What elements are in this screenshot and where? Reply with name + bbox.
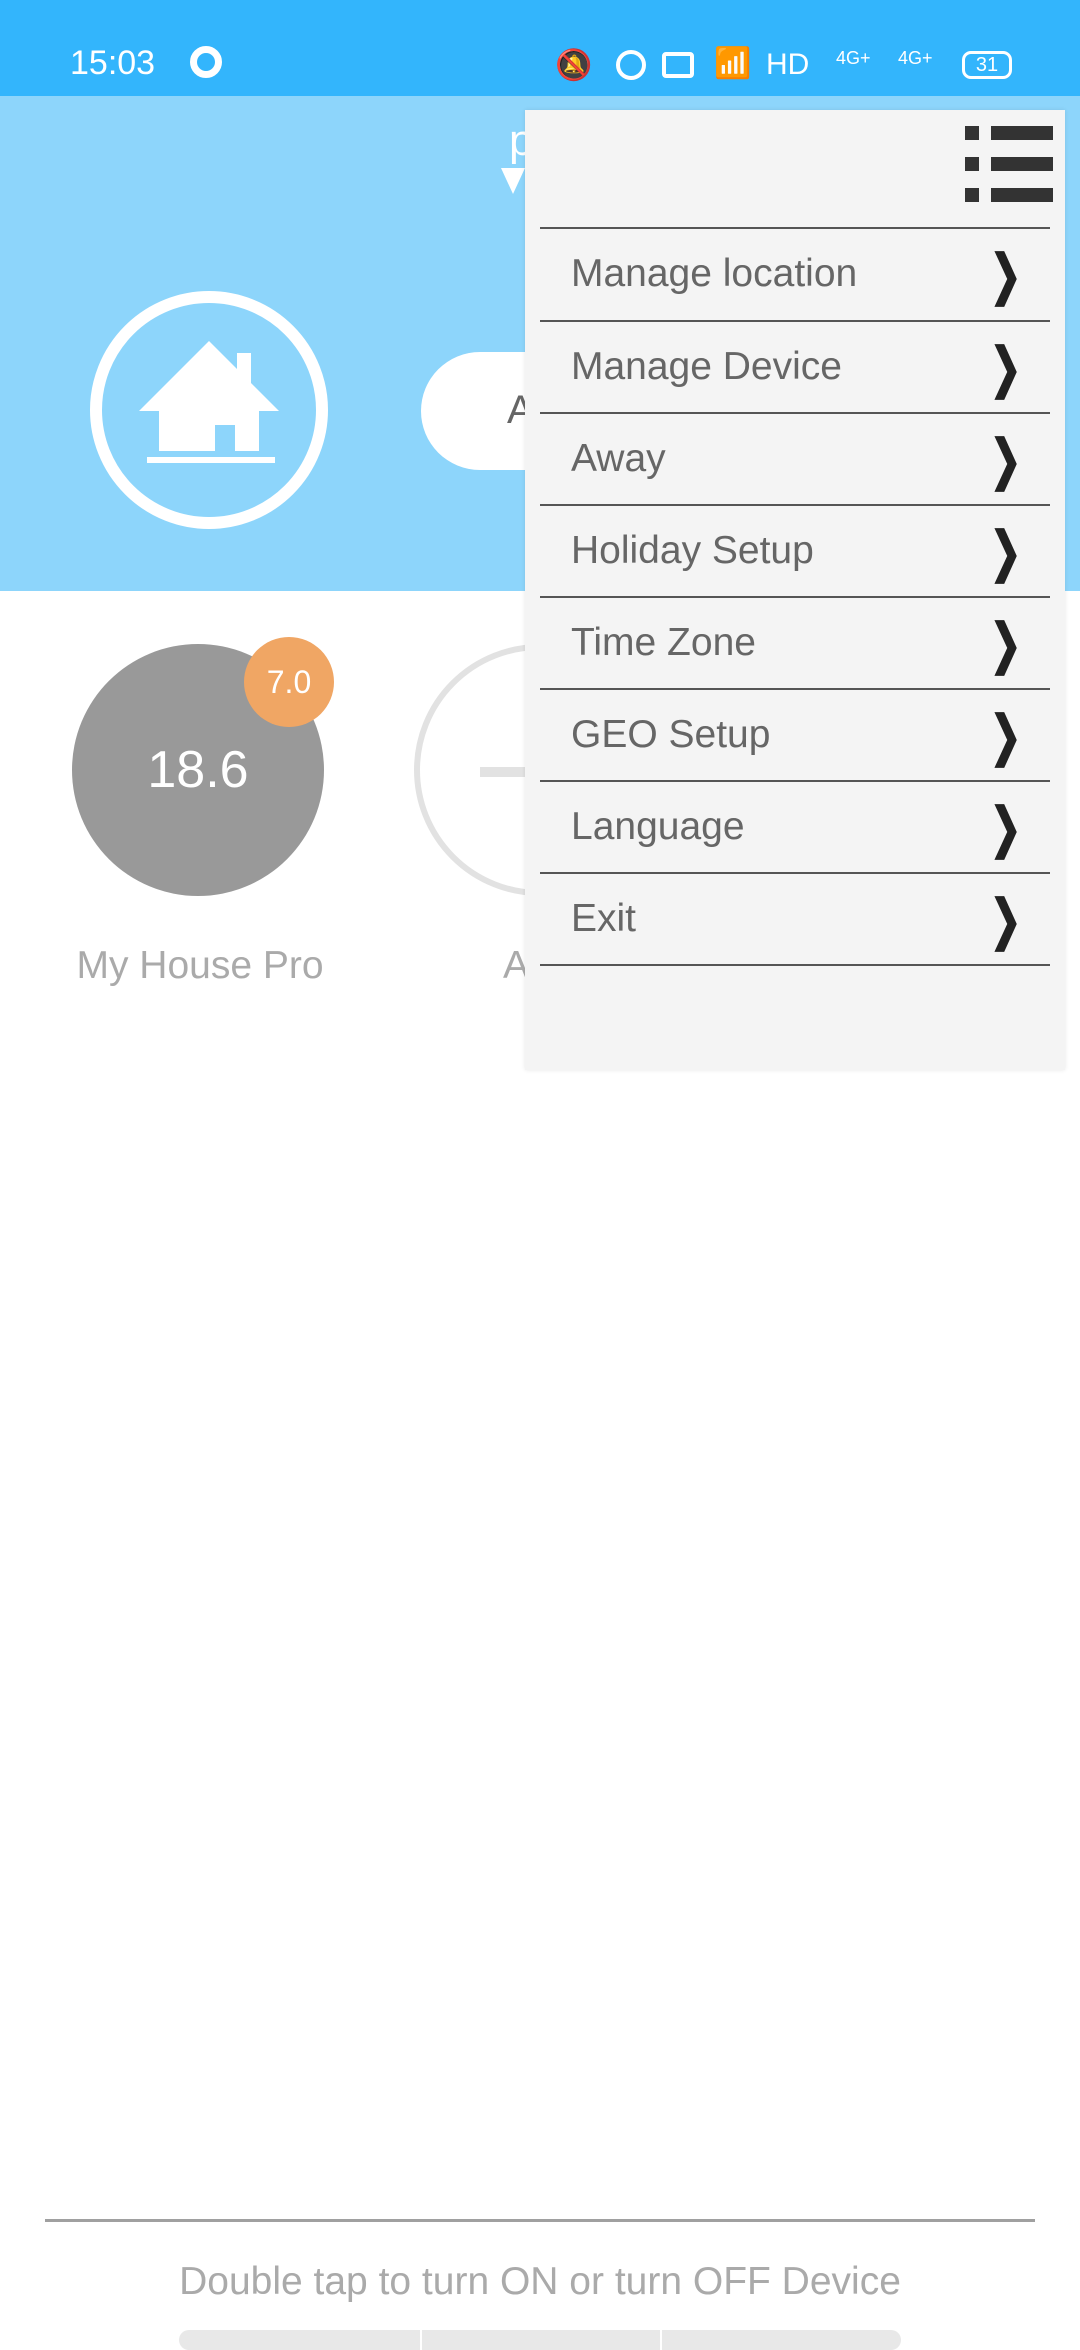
tab-separator: [660, 2330, 662, 2350]
footer-hint: Double tap to turn ON or turn OFF Device: [179, 2260, 901, 2303]
menu-item-time-zone[interactable]: Time Zone ❯: [540, 598, 1050, 688]
setpoint-badge: 7.0: [244, 637, 334, 727]
device-temperature: 18.6: [147, 741, 249, 799]
menu-item-label: Time Zone: [571, 621, 756, 664]
menu-item-label: Away: [571, 437, 666, 480]
chevron-right-icon: ❯: [989, 797, 1022, 858]
alarm-icon: [616, 50, 646, 80]
menu-list-icon[interactable]: [965, 126, 1053, 207]
menu-item-holiday-setup[interactable]: Holiday Setup ❯: [540, 506, 1050, 596]
chevron-right-icon: ❯: [989, 521, 1022, 582]
battery-icon: 31: [962, 51, 1012, 79]
menu-item-label: Language: [571, 805, 745, 848]
signal-icon: 4G+: [836, 48, 871, 68]
home-button[interactable]: [90, 291, 328, 529]
menu-item-label: Holiday Setup: [571, 529, 814, 572]
chevron-right-icon: ❯: [989, 429, 1022, 490]
home-icon: [139, 341, 279, 463]
app-notification-icon: [190, 46, 222, 78]
menu-item-label: Manage Device: [571, 345, 842, 388]
camera-icon: [662, 52, 694, 78]
menu-item-manage-location[interactable]: Manage location ❯: [540, 229, 1050, 319]
chevron-right-icon: ❯: [989, 705, 1022, 766]
menu-item-exit[interactable]: Exit ❯: [540, 874, 1050, 964]
hd-icon: HD: [766, 48, 810, 81]
status-bar: 15:03 🔕 📶 HD 4G+ 4G+ 31: [0, 0, 1080, 96]
chevron-right-icon: ❯: [989, 337, 1022, 398]
dropdown-menu: Manage location ❯ Manage Device ❯ Away ❯ Ho…: [525, 110, 1065, 1070]
menu-item-language[interactable]: Language ❯: [540, 782, 1050, 872]
chevron-right-icon: ❯: [989, 889, 1022, 950]
chevron-right-icon: ❯: [989, 244, 1022, 305]
device-name: My House Pro: [76, 944, 324, 987]
menu-divider: [540, 964, 1050, 966]
mute-icon: 🔕: [555, 49, 593, 82]
chevron-right-icon: ❯: [989, 613, 1022, 674]
wifi-icon: 📶: [714, 47, 752, 80]
footer-divider: [45, 2219, 1035, 2222]
menu-item-label: Manage location: [571, 252, 858, 295]
menu-item-away[interactable]: Away ❯: [540, 414, 1050, 504]
location-dropdown-icon[interactable]: [501, 168, 525, 194]
bottom-tab-bar[interactable]: [179, 2330, 901, 2350]
menu-item-manage-device[interactable]: Manage Device ❯: [540, 322, 1050, 412]
menu-item-label: Exit: [571, 897, 637, 940]
signal-icon-2: 4G+: [898, 48, 933, 68]
menu-item-geo-setup[interactable]: GEO Setup ❯: [540, 690, 1050, 780]
status-time: 15:03: [70, 44, 156, 82]
tab-separator: [420, 2330, 422, 2350]
menu-item-label: GEO Setup: [571, 713, 771, 756]
